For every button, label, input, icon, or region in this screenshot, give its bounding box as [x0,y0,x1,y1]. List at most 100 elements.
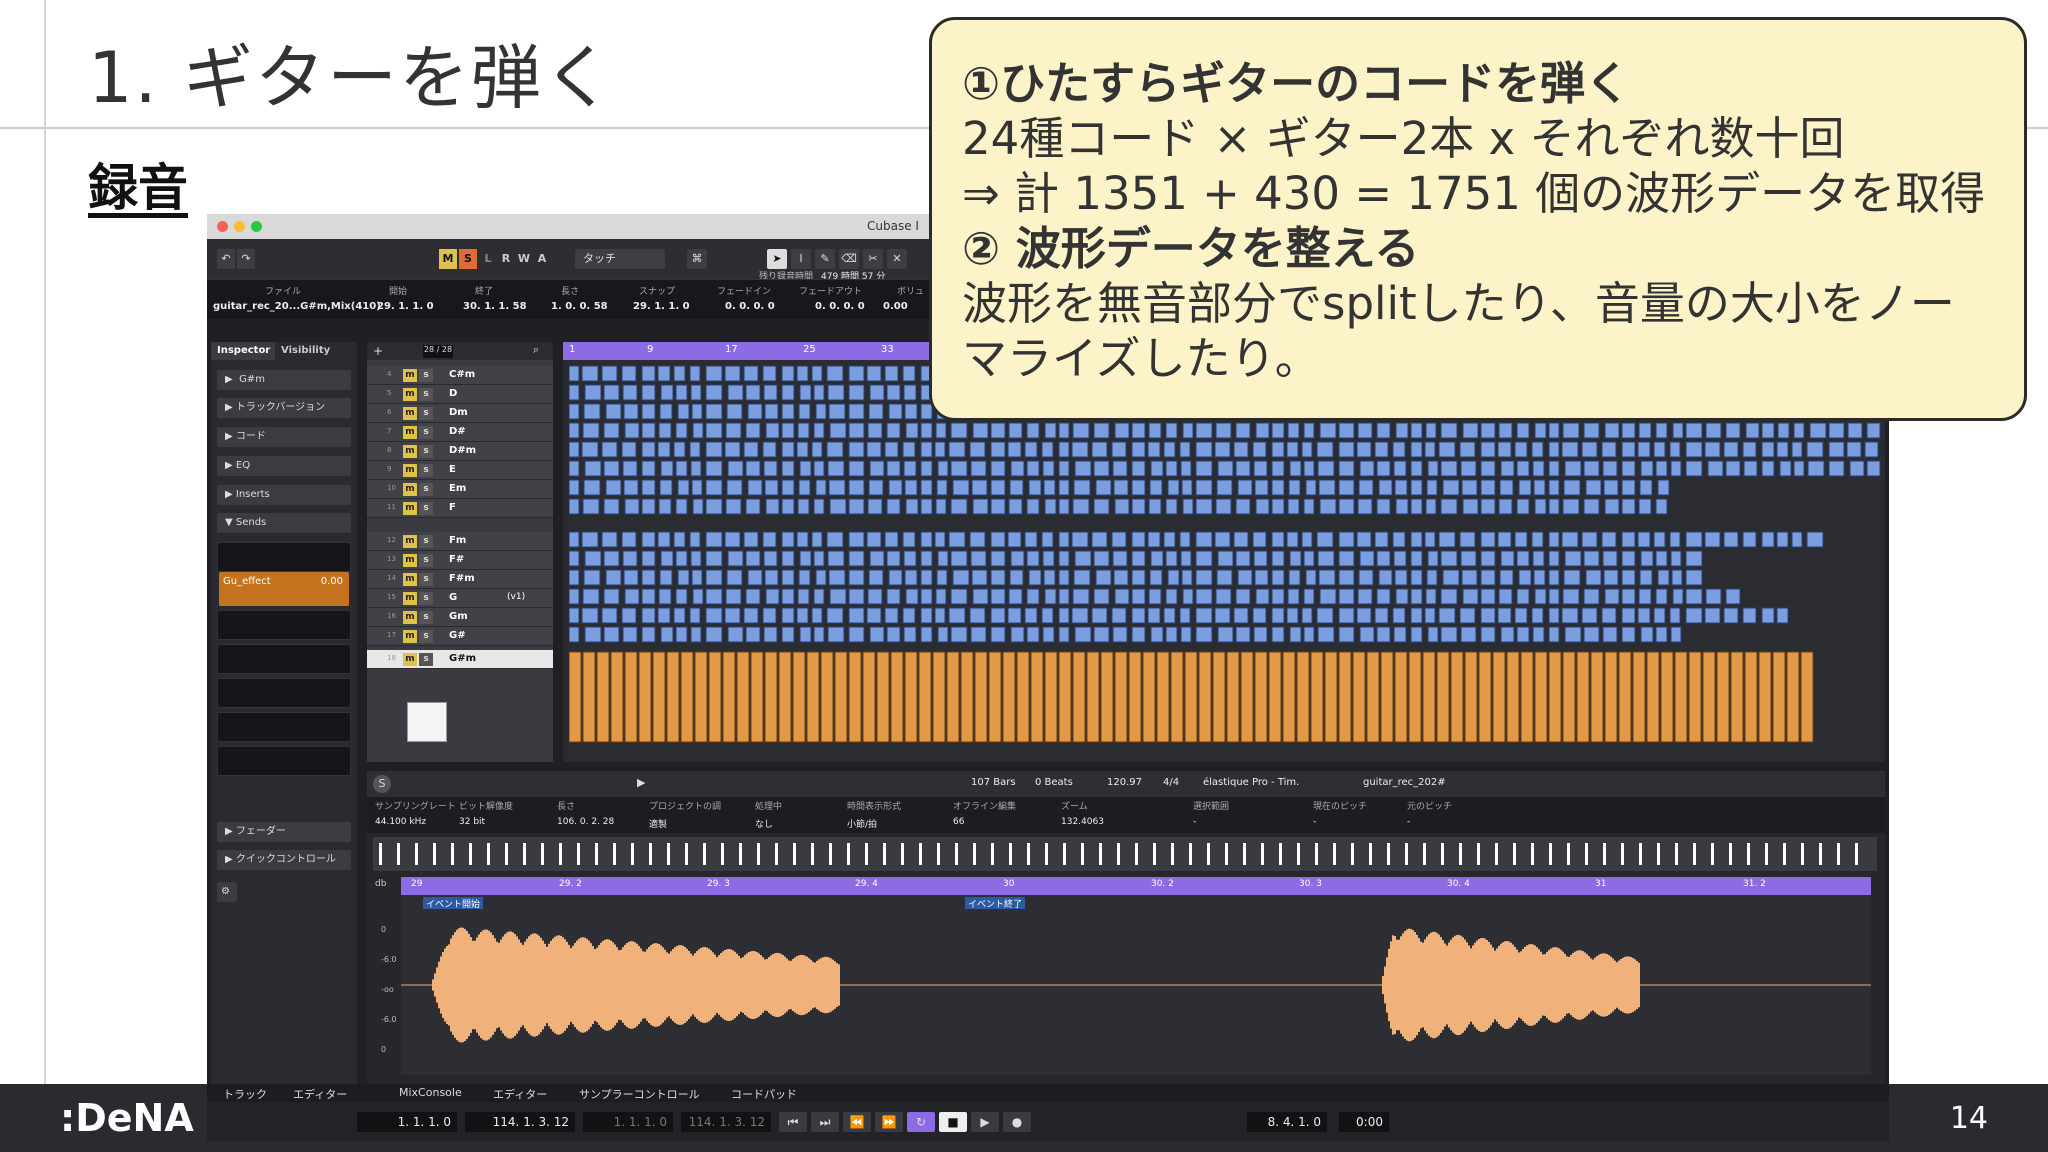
audio-event[interactable] [1440,626,1458,643]
audio-event[interactable] [569,626,580,643]
audio-event[interactable] [1305,569,1317,586]
audio-event[interactable] [1271,479,1285,496]
info-value[interactable]: - [1193,817,1196,827]
audio-event[interactable] [902,365,916,382]
audio-event[interactable] [1581,441,1598,458]
mute-button[interactable]: m [403,611,417,624]
audio-event[interactable] [1147,531,1161,548]
audio-event[interactable] [1657,479,1670,496]
audio-event[interactable] [1637,607,1651,624]
audio-event[interactable] [1233,531,1249,548]
audio-event-selected[interactable] [806,651,820,743]
audio-event[interactable] [1288,479,1301,496]
audio-event[interactable] [1071,607,1089,624]
audio-event[interactable] [1165,550,1178,567]
audio-event[interactable] [689,607,701,624]
audio-event[interactable] [1438,607,1456,624]
audio-event[interactable] [641,607,656,624]
audio-event[interactable] [1497,531,1512,548]
audio-event[interactable] [1044,588,1057,605]
audio-event[interactable] [1480,479,1496,496]
audio-event[interactable] [1640,550,1654,567]
mute-button[interactable]: m [403,445,417,458]
audio-event[interactable] [659,403,673,420]
audio-event[interactable] [1410,479,1423,496]
audio-event-selected[interactable] [764,651,778,743]
audio-event[interactable] [1637,441,1651,458]
audio-event[interactable] [581,607,599,624]
audio-event[interactable] [743,607,759,624]
audio-event[interactable] [1195,588,1213,605]
audio-event[interactable] [1010,626,1025,643]
audio-event[interactable] [1093,460,1110,477]
audio-event[interactable] [952,569,970,586]
audio-event[interactable] [950,626,968,643]
audio-event-selected[interactable] [1282,651,1296,743]
audio-event[interactable] [1376,460,1391,477]
audio-event[interactable] [796,531,809,548]
audio-event[interactable] [990,626,1006,643]
info-value[interactable]: 106. 0. 2. 28 [557,817,614,827]
audio-event[interactable] [781,550,795,567]
audio-event[interactable] [1167,569,1180,586]
audio-event[interactable] [705,384,723,401]
undo-icon[interactable]: ↶ [217,249,235,269]
audio-event[interactable] [950,550,968,567]
audio-event[interactable] [726,479,743,496]
audio-event[interactable] [1026,626,1040,643]
audio-event[interactable] [1338,531,1355,548]
audio-event-selected[interactable] [736,651,750,743]
audio-event[interactable] [1007,441,1022,458]
audio-event[interactable] [886,498,901,515]
audio-event[interactable] [815,569,827,586]
audio-event[interactable] [1603,569,1619,586]
audio-event[interactable] [826,531,844,548]
audio-event[interactable] [705,365,723,382]
mute-button[interactable]: m [403,630,417,643]
audio-event[interactable] [1657,569,1670,586]
audio-event[interactable] [1621,441,1636,458]
audio-event[interactable] [1356,531,1372,548]
mute-button[interactable]: m [403,483,417,496]
audio-event[interactable] [1150,626,1164,643]
audio-event[interactable] [969,441,986,458]
audio-event[interactable] [763,550,778,567]
audio-event[interactable] [1685,441,1703,458]
audio-event[interactable] [657,607,671,624]
audio-event[interactable] [1338,607,1355,624]
audio-event[interactable] [1113,569,1129,586]
snap-icon[interactable]: ⌘ [687,249,707,269]
audio-event[interactable] [990,607,1006,624]
audio-event[interactable] [1846,441,1862,458]
audio-event-selected[interactable] [582,651,596,743]
audio-event-selected[interactable] [1534,651,1548,743]
audio-event-selected[interactable] [569,651,582,743]
audio-event[interactable] [1182,588,1194,605]
audio-event[interactable] [657,365,671,382]
mute-button[interactable]: m [403,426,417,439]
audio-event[interactable] [1254,479,1269,496]
audio-event[interactable] [584,550,602,567]
audio-event[interactable] [1131,626,1146,643]
audio-event[interactable] [1253,460,1268,477]
audio-event[interactable] [1271,569,1285,586]
audio-event[interactable] [624,498,640,515]
audio-event[interactable] [902,531,916,548]
audio-event-selected[interactable] [862,651,876,743]
audio-event[interactable] [828,569,846,586]
audio-event[interactable] [1091,531,1108,548]
audio-event[interactable] [1516,460,1530,477]
audio-event[interactable] [1461,479,1478,496]
audio-event[interactable] [1131,607,1146,624]
audio-event[interactable] [1271,460,1285,477]
audio-event[interactable] [1318,479,1336,496]
audio-event[interactable] [1621,460,1636,477]
audio-event[interactable] [796,365,809,382]
audio-event[interactable] [1376,422,1391,439]
audio-event[interactable] [692,422,704,439]
audio-event[interactable] [886,384,901,401]
audio-event[interactable] [1112,626,1128,643]
solo-button[interactable]: s [419,502,433,515]
solo-all-button[interactable]: S [459,249,477,269]
audio-event-selected[interactable] [876,651,890,743]
